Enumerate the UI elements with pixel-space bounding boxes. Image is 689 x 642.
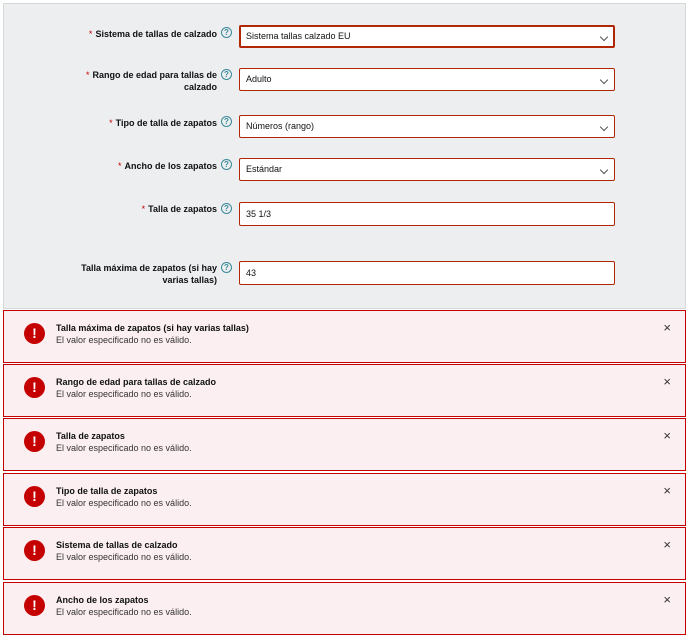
error-alert: ! Rango de edad para tallas de calzado E… [3,364,686,417]
alert-message: El valor especificado no es válido. [56,389,192,399]
form-panel: * Sistema de tallas de calzado ? Sistema … [3,3,686,309]
help-icon[interactable]: ? [221,159,232,170]
max-shoe-size-input[interactable]: 43 [239,261,615,285]
chevron-down-icon [599,75,609,85]
field-label-text: Rango de edad para tallas de calzado [92,70,217,92]
size-type-select[interactable]: Números (rango) [239,115,615,138]
field-label: * Talla de zapatos [67,203,217,215]
close-icon[interactable]: × [663,321,671,334]
field-label-text: Tipo de talla de zapatos [115,118,217,128]
field-label: * Sistema de tallas de calzado [67,28,217,40]
help-icon[interactable]: ? [221,116,232,127]
select-value: Sistema tallas calzado EU [246,31,351,41]
input-value: 43 [246,268,257,278]
field-label-text: Sistema de tallas de calzado [95,29,217,39]
alert-message: El valor especificado no es válido. [56,335,192,345]
shoe-size-system-select[interactable]: Sistema tallas calzado EU [239,25,615,48]
age-range-select[interactable]: Adulto [239,68,615,91]
close-icon[interactable]: × [663,429,671,442]
help-icon[interactable]: ? [221,69,232,80]
error-alert: ! Tipo de talla de zapatos El valor espe… [3,473,686,526]
alert-title: Talla máxima de zapatos (si hay varias t… [56,323,249,333]
error-icon: ! [24,323,45,344]
error-icon: ! [24,377,45,398]
select-value: Números (rango) [246,121,315,131]
help-icon[interactable]: ? [221,27,232,38]
field-label-text: Ancho de los zapatos [124,161,217,171]
field-label: Talla máxima de zapatos (si hay varias t… [67,262,217,286]
error-icon: ! [24,540,45,561]
alert-title: Sistema de tallas de calzado [56,540,178,550]
shoe-size-input[interactable]: 35 1/3 [239,202,615,226]
error-icon: ! [24,595,45,616]
field-label-text: Talla de zapatos [148,204,217,214]
alert-title: Talla de zapatos [56,431,125,441]
error-alert: ! Sistema de tallas de calzado El valor … [3,527,686,580]
required-marker: * [85,70,90,80]
chevron-down-icon [599,32,609,42]
error-icon: ! [24,431,45,452]
required-marker: * [141,204,146,214]
alert-message: El valor especificado no es válido. [56,607,192,617]
help-icon[interactable]: ? [221,203,232,214]
shoe-width-select[interactable]: Estándar [239,158,615,181]
required-marker: * [117,161,122,171]
close-icon[interactable]: × [663,375,671,388]
close-icon[interactable]: × [663,538,671,551]
field-label: * Ancho de los zapatos [67,160,217,172]
alert-message: El valor especificado no es válido. [56,443,192,453]
close-icon[interactable]: × [663,593,671,606]
alert-title: Ancho de los zapatos [56,595,149,605]
required-marker: * [109,118,113,128]
select-value: Estándar [246,164,283,174]
error-alert: ! Talla de zapatos El valor especificado… [3,418,686,471]
chevron-down-icon [599,165,609,175]
field-label-text: Talla máxima de zapatos (si hay varias t… [81,263,217,285]
error-icon: ! [24,486,45,507]
alert-message: El valor especificado no es válido. [56,552,192,562]
error-alert: ! Talla máxima de zapatos (si hay varias… [3,310,686,363]
alert-message: El valor especificado no es válido. [56,498,192,508]
alert-title: Rango de edad para tallas de calzado [56,377,217,387]
input-value: 35 1/3 [246,209,272,219]
help-icon[interactable]: ? [221,262,232,273]
field-label: * Tipo de talla de zapatos [67,117,217,129]
select-value: Adulto [246,74,272,84]
error-alert: ! Ancho de los zapatos El valor especifi… [3,582,686,635]
close-icon[interactable]: × [663,484,671,497]
field-label: * Rango de edad para tallas de calzado [67,69,217,93]
chevron-down-icon [599,122,609,132]
alert-title: Tipo de talla de zapatos [56,486,158,496]
required-marker: * [88,29,93,39]
